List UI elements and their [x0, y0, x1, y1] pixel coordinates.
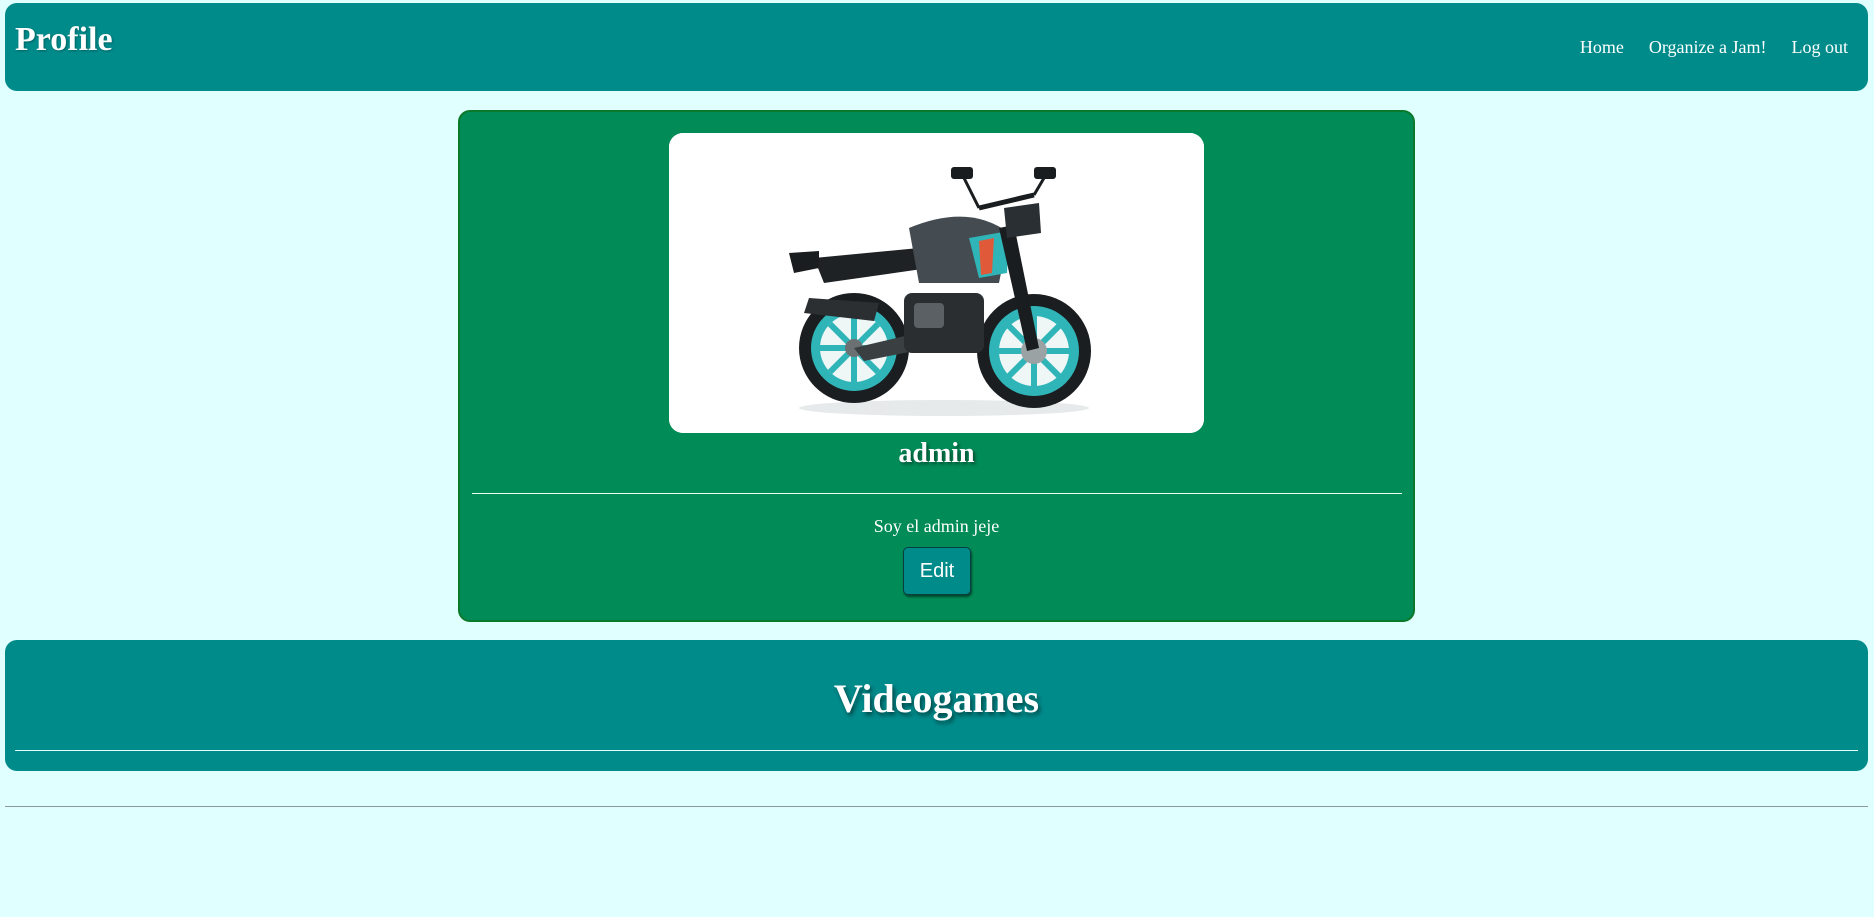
videogames-divider	[15, 750, 1858, 751]
edit-profile-button[interactable]: Edit	[903, 547, 971, 595]
profile-avatar	[669, 133, 1204, 433]
nav-home-link[interactable]: Home	[1580, 38, 1624, 56]
top-header: Profile Home Organize a Jam! Log out	[5, 3, 1868, 91]
page-title: Profile	[15, 21, 113, 58]
main-nav: Home Organize a Jam! Log out	[1580, 38, 1848, 56]
profile-username: admin	[898, 438, 975, 469]
profile-card: admin Soy el admin jeje Edit	[458, 110, 1415, 622]
videogames-section: Videogames	[5, 640, 1868, 771]
page-divider	[5, 806, 1868, 807]
nav-logout-link[interactable]: Log out	[1792, 38, 1849, 56]
motorcycle-image	[669, 133, 1204, 433]
nav-organize-jam-link[interactable]: Organize a Jam!	[1649, 38, 1767, 56]
videogames-heading: Videogames	[833, 676, 1040, 721]
profile-divider	[472, 493, 1402, 494]
profile-bio: Soy el admin jeje	[873, 516, 1000, 536]
